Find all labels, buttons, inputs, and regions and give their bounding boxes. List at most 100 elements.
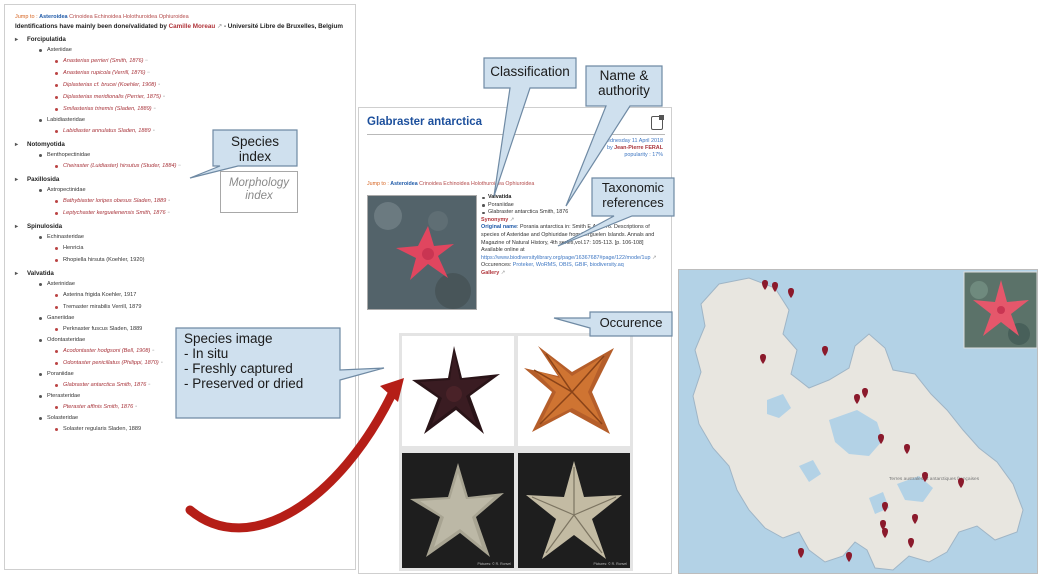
dried-dorsal-image (410, 463, 504, 557)
page-jump-other-classes[interactable]: Crinoidea Echinoidea Holothuroidea Ophiu… (419, 181, 534, 187)
tree-species[interactable]: Smilasterias triremis (Sladen, 1889) ▫ (55, 103, 345, 115)
tree-order[interactable]: ▸ Spinulosida (15, 222, 345, 232)
tree-species-label: Diplasterias meridionalis (Perrier, 1875… (63, 94, 161, 100)
tree-species-label: Henricia (63, 245, 84, 251)
page-date: Wednesday 11 April 2018 (602, 138, 663, 144)
gallery-image-dried-dorsal[interactable]: Pictures: © R. Ronvel (402, 453, 514, 568)
tree-species[interactable]: Anasterias perrieri (Smith, 1876) ▫ (55, 55, 345, 67)
order-name[interactable]: Valvatida (481, 194, 667, 202)
tree-family[interactable]: Astropectinidae (39, 185, 345, 195)
tree-species-label: Smilasterias triremis (Sladen, 1889) (63, 106, 152, 112)
morphology-icon[interactable]: ▫ (168, 198, 170, 204)
tree-species[interactable]: Labidiaster annulatus Sladen, 1889 ▫ (55, 125, 345, 137)
identification-credit: Identifications have mainly been done/va… (15, 22, 351, 31)
synonymy-row: Synonymy ↗ (481, 217, 667, 225)
tree-species[interactable]: Pteraster affinis Smith, 1876 ▫ (55, 401, 345, 413)
morphology-icon[interactable]: ▫ (152, 348, 154, 354)
tree-family[interactable]: Pterasteridae (39, 391, 345, 401)
external-link-icon: ↗ (500, 269, 506, 276)
morphology-icon[interactable]: ▫ (161, 360, 163, 366)
jump-to-other-classes[interactable]: Crinoidea Echinoidea Holothuroidea Ophiu… (69, 14, 189, 20)
bhl-link[interactable]: https://www.biodiversitylibrary.org/page… (481, 255, 651, 261)
tree-species-label: Pteraster affinis Smith, 1876 (63, 404, 134, 410)
tree-species[interactable]: Acodontaster hodgsoni (Bell, 1908) ▫ (55, 345, 345, 357)
tree-family[interactable]: Benthopectinidae (39, 150, 345, 160)
kerguelen-map-svg: Terres australes et antarctiques françai… (679, 270, 1037, 573)
morphology-icon[interactable]: ▫ (148, 70, 150, 76)
family-name[interactable]: Poraniidae (481, 202, 667, 210)
expand-triangle-icon[interactable]: ▸ (15, 222, 18, 232)
tree-species[interactable]: Glabraster antarctica Smith, 1876 ▫ (55, 379, 345, 391)
in-situ-photo[interactable] (367, 195, 477, 310)
tree-species[interactable]: Henricia (55, 242, 345, 254)
name-authority: Glabraster antarctica Smith, 1876 (481, 209, 667, 217)
taxonomy-tree: ▸ Forcipulatida Asteriidae Anasterias perri… (15, 35, 345, 435)
tree-family[interactable]: Ganeriidae (39, 313, 345, 323)
tree-species[interactable]: Leptychaster kerguelenensis Smith, 1876 ▫ (55, 207, 345, 219)
jump-to-asteroidea[interactable]: Asteroidea (39, 14, 67, 20)
tree-species[interactable]: Anasterias rupicola (Verrill, 1876) ▫ (55, 67, 345, 79)
tree-species-label: Glabraster antarctica Smith, 1876 (63, 382, 147, 388)
synonymy-link[interactable]: Synonymy (481, 217, 508, 223)
tree-order[interactable]: ▸ Valvatida (15, 269, 345, 279)
tree-species[interactable]: Bathybiaster loripes obesus Sladen, 1889… (55, 195, 345, 207)
tree-species[interactable]: Tremaster mirabilis Verrill, 1879 (55, 301, 345, 313)
tree-species-label: Leptychaster kerguelenensis Smith, 1876 (63, 210, 166, 216)
credit-name-link[interactable]: Camille Moreau (169, 23, 216, 30)
species-image-gallery: Pictures: © R. Ronvel Pictures: © R. Ron… (399, 333, 633, 571)
expand-triangle-icon[interactable]: ▸ (15, 35, 18, 45)
morphology-icon[interactable]: ▫ (146, 58, 148, 64)
page-author-line: by Jean-Pierre FERAL (551, 145, 663, 152)
species-index-panel: Jump to : Asteroidea Crinoidea Echinoide… (4, 4, 356, 570)
morphology-icon[interactable]: ▫ (163, 94, 165, 100)
tree-species[interactable]: Diplasterias meridionalis (Perrier, 1875… (55, 91, 345, 103)
print-page-icon[interactable] (651, 115, 664, 130)
tree-species[interactable]: Solaster regularis Sladen, 1889 (55, 423, 345, 435)
callout-classification-text: Classification (490, 64, 570, 79)
tree-species[interactable]: Odontaster penicillatus (Philippi, 1870)… (55, 357, 345, 369)
occurrences-row: Occurences: Proteker, WoRMS, OBIS, GBIF,… (481, 262, 667, 270)
tree-family[interactable]: Asterinidae (39, 279, 345, 289)
fresh-dorsal-image (412, 346, 500, 434)
morphology-icon[interactable]: ▫ (148, 382, 150, 388)
gallery-link[interactable]: Gallery (481, 270, 499, 276)
gallery-image-dried-ventral[interactable]: Pictures: © R. Ronvel (518, 453, 630, 568)
tree-family[interactable]: Asteriidae (39, 45, 345, 55)
occurrence-map[interactable]: Terres australes et antarctiques françai… (678, 269, 1038, 574)
morphology-icon[interactable]: ▫ (158, 82, 160, 88)
tree-order[interactable]: ▸ Notomyotida (15, 140, 345, 150)
expand-triangle-icon[interactable]: ▸ (15, 140, 18, 150)
page-jump-label: Jump to : (367, 181, 389, 187)
original-name-label: Original name (481, 224, 517, 231)
occurrences-links[interactable]: Proteker, WoRMS, OBIS, GBIF, biodiversit… (513, 262, 624, 268)
tree-species-label: Rhopiella hirsuta (Koehler, 1920) (63, 257, 145, 263)
tree-species[interactable]: Cheiraster (Luidiaster) hirsutus (Studer… (55, 160, 345, 172)
jump-to-label: Jump to : (15, 14, 38, 20)
morphology-icon[interactable]: ▫ (168, 210, 170, 216)
tree-family[interactable]: Solasteridae (39, 413, 345, 423)
tree-species[interactable]: Rhopiella hirsuta (Koehler, 1920) (55, 254, 345, 266)
tree-species-label: Bathybiaster loripes obesus Sladen, 1889 (63, 198, 167, 204)
gallery-image-fresh-ventral[interactable] (518, 336, 630, 446)
author-prefix: by (606, 145, 613, 151)
expand-triangle-icon[interactable]: ▸ (15, 175, 18, 185)
tree-species[interactable]: Asterina frigida Koehler, 1917 (55, 289, 345, 301)
morphology-icon[interactable]: ▫ (135, 404, 137, 410)
tree-family[interactable]: Poraniidae (39, 369, 345, 379)
tree-order[interactable]: ▸ Forcipulatida (15, 35, 345, 45)
expand-triangle-icon[interactable]: ▸ (15, 269, 18, 279)
species-page-panel: Glabraster antarctica Wednesday 11 April… (358, 107, 672, 574)
tree-species[interactable]: Diplasterias cf. brucei (Koehler, 1908) ▫ (55, 79, 345, 91)
tree-family[interactable]: Odontasteridae (39, 335, 345, 345)
morphology-icon[interactable]: ▫ (153, 128, 155, 134)
tree-species[interactable]: Perknaster fuscus Sladen, 1889 (55, 323, 345, 335)
gallery-image-fresh-dorsal[interactable] (402, 336, 514, 446)
page-jump-asteroidea[interactable]: Asteroidea (390, 181, 417, 187)
tree-family[interactable]: Echinasteridae (39, 232, 345, 242)
morphology-icon[interactable]: ▫ (178, 163, 180, 169)
morphology-icon[interactable]: ▫ (154, 106, 156, 112)
author-link[interactable]: Jean-Pierre FERAL (614, 145, 663, 151)
tree-species-label: Solaster regularis Sladen, 1889 (63, 426, 142, 432)
tree-family[interactable]: Labidiasteridae (39, 115, 345, 125)
tree-species-label: Anasterias rupicola (Verrill, 1876) (63, 70, 146, 76)
